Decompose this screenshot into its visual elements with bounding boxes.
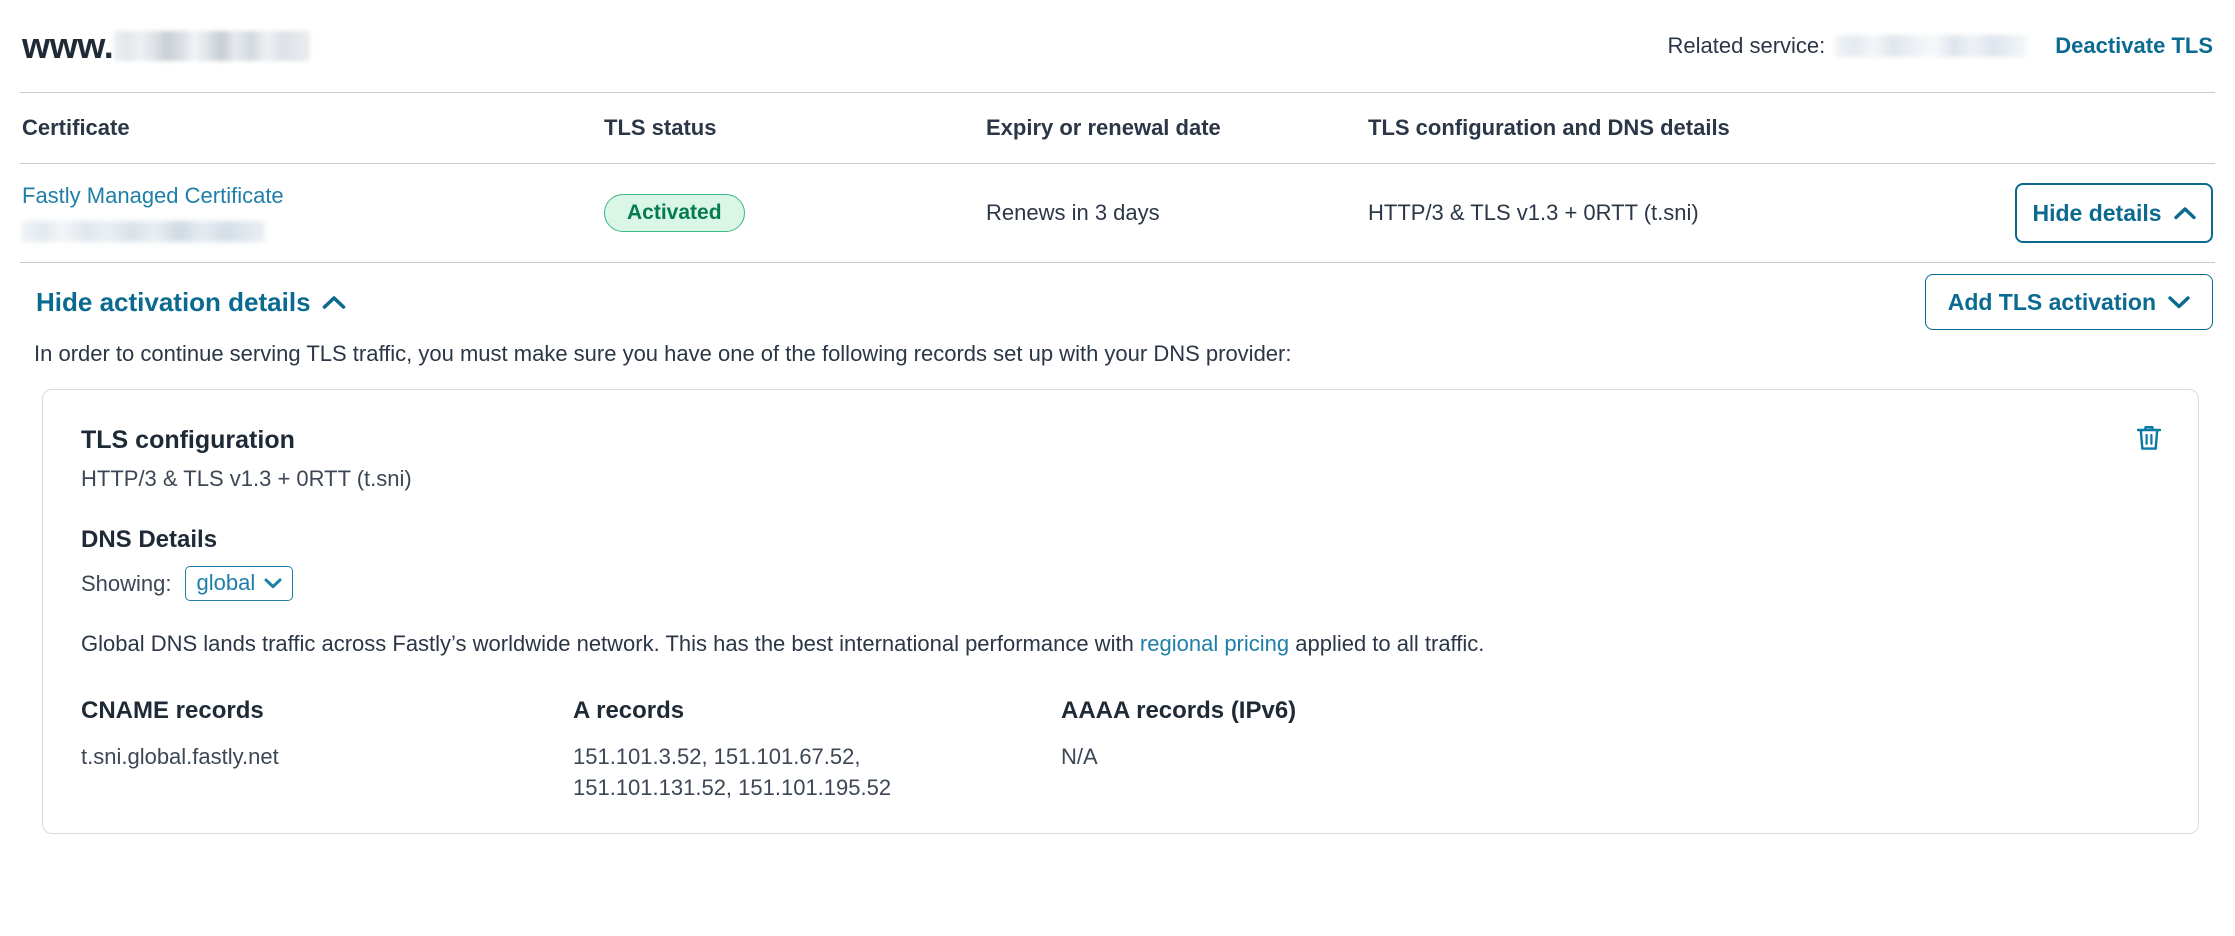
cell-actions: Hide details [1857, 183, 2213, 243]
chevron-down-icon [264, 577, 282, 589]
cell-tls-config: HTTP/3 & TLS v1.3 + 0RTT (t.sni) [1368, 200, 1857, 226]
hide-activation-details-label: Hide activation details [36, 287, 311, 318]
hide-details-button[interactable]: Hide details [2015, 183, 2213, 243]
related-service-value-redacted [1835, 35, 2027, 57]
tls-configuration-value: HTTP/3 & TLS v1.3 + 0RTT (t.sni) [81, 466, 2160, 492]
a-records-column: A records 151.101.3.52, 151.101.67.52, 1… [573, 697, 1061, 803]
status-badge: Activated [604, 194, 745, 232]
hide-details-label: Hide details [2032, 200, 2161, 227]
column-header-tls-status: TLS status [604, 115, 986, 141]
activation-details-section: Hide activation details Add TLS activati… [0, 263, 2235, 834]
aaaa-records-title: AAAA records (IPv6) [1061, 697, 2160, 725]
showing-label: Showing: [81, 571, 172, 597]
header-actions: Related service: Deactivate TLS [1668, 33, 2213, 59]
dns-description-part2: applied to all traffic. [1289, 631, 1484, 656]
column-header-tls-config: TLS configuration and DNS details [1368, 115, 2013, 141]
page-header: www. Related service: Deactivate TLS [0, 0, 2235, 92]
certificate-name-link[interactable]: Fastly Managed Certificate [22, 183, 604, 209]
tls-domain-page: www. Related service: Deactivate TLS Cer… [0, 0, 2235, 936]
activation-description: In order to continue serving TLS traffic… [34, 341, 2213, 367]
cname-records-column: CNAME records t.sni.global.fastly.net [81, 697, 573, 803]
table-row: Fastly Managed Certificate Activated Ren… [0, 164, 2235, 262]
cname-records-title: CNAME records [81, 697, 573, 725]
dns-showing-row: Showing: global [81, 566, 2160, 601]
related-service-label: Related service: [1668, 33, 1826, 59]
regional-pricing-link[interactable]: regional pricing [1140, 631, 1289, 656]
aaaa-records-value: N/A [1061, 741, 1421, 772]
aaaa-records-column: AAAA records (IPv6) N/A [1061, 697, 2160, 803]
chevron-up-icon [322, 295, 346, 310]
cell-expiry: Renews in 3 days [986, 200, 1368, 226]
tls-activation-card: TLS configuration HTTP/3 & TLS v1.3 + 0R… [42, 389, 2199, 834]
chevron-down-icon [2168, 295, 2190, 309]
cell-certificate: Fastly Managed Certificate [22, 183, 604, 244]
a-records-value: 151.101.3.52, 151.101.67.52, 151.101.131… [573, 741, 933, 803]
add-tls-activation-label: Add TLS activation [1948, 289, 2156, 316]
deactivate-tls-link[interactable]: Deactivate TLS [2055, 33, 2213, 59]
a-records-title: A records [573, 697, 1061, 725]
domain-name-redacted [114, 31, 310, 61]
certificate-detail-redacted [22, 221, 265, 242]
dns-description-part1: Global DNS lands traffic across Fastly’s… [81, 631, 1140, 656]
dns-records: CNAME records t.sni.global.fastly.net A … [81, 697, 2160, 803]
tls-configuration-title: TLS configuration [81, 426, 2160, 455]
domain-prefix: www. [22, 25, 113, 67]
dns-scope-value: global [197, 570, 256, 596]
dns-scope-select[interactable]: global [185, 566, 294, 601]
trash-icon [2136, 440, 2162, 455]
column-header-certificate: Certificate [22, 115, 604, 141]
hide-activation-details-button[interactable]: Hide activation details [36, 287, 346, 318]
cell-tls-status: Activated [604, 194, 986, 232]
add-tls-activation-button[interactable]: Add TLS activation [1925, 274, 2213, 330]
cname-records-value: t.sni.global.fastly.net [81, 741, 441, 772]
page-title: www. [22, 25, 310, 67]
delete-activation-button[interactable] [2130, 418, 2168, 458]
related-service: Related service: [1668, 33, 2028, 59]
dns-details-title: DNS Details [81, 526, 2160, 554]
column-header-expiry: Expiry or renewal date [986, 115, 1368, 141]
certificates-table-header: Certificate TLS status Expiry or renewal… [0, 93, 2235, 163]
dns-description: Global DNS lands traffic across Fastly’s… [81, 631, 2160, 657]
activation-details-header: Hide activation details Add TLS activati… [22, 263, 2213, 341]
chevron-up-icon [2174, 206, 2196, 220]
